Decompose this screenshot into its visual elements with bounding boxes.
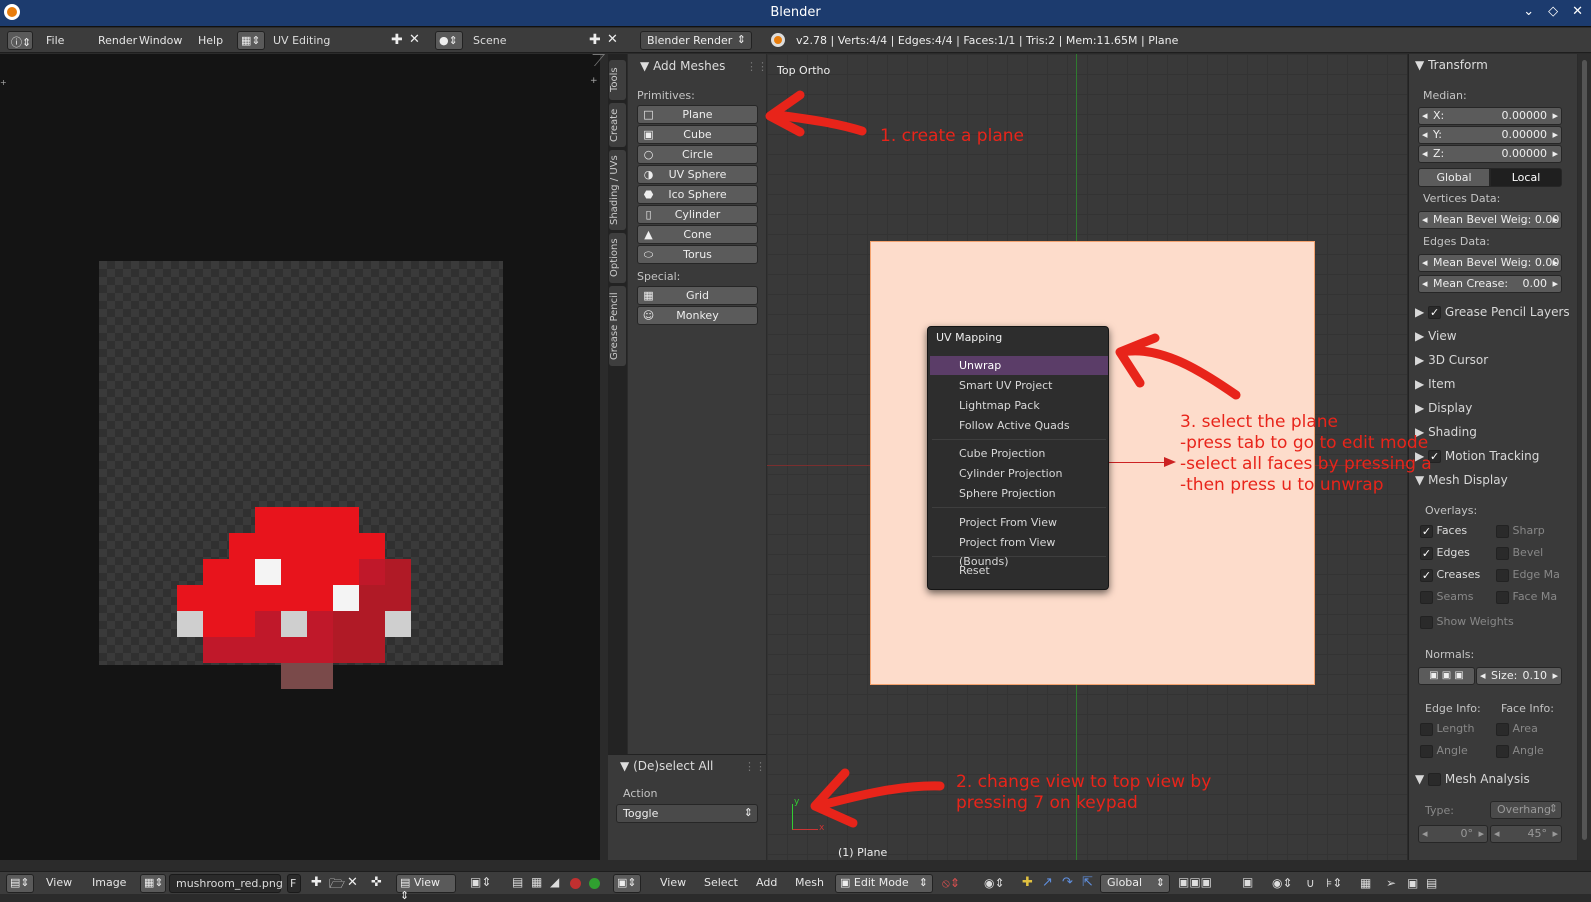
arrow-unwrap-head xyxy=(1115,333,1160,388)
annotation-step-3-line-2: -press tab to go to edit mode xyxy=(1180,433,1429,453)
annotation-step-1: 1. create a plane xyxy=(880,126,1024,146)
annotation-step-3-line-4: -then press u to unwrap xyxy=(1180,475,1384,495)
annotation-step-2-line-2: pressing 7 on keypad xyxy=(956,793,1138,813)
annotation-step-3-line-1: 3. select the plane xyxy=(1180,412,1339,432)
annotation-step-3-line-3: -select all faces by pressing a xyxy=(1180,454,1432,474)
annotation-step-2-line-1: 2. change view to top view by xyxy=(956,772,1212,792)
arrow-unwrap xyxy=(1117,346,1241,400)
